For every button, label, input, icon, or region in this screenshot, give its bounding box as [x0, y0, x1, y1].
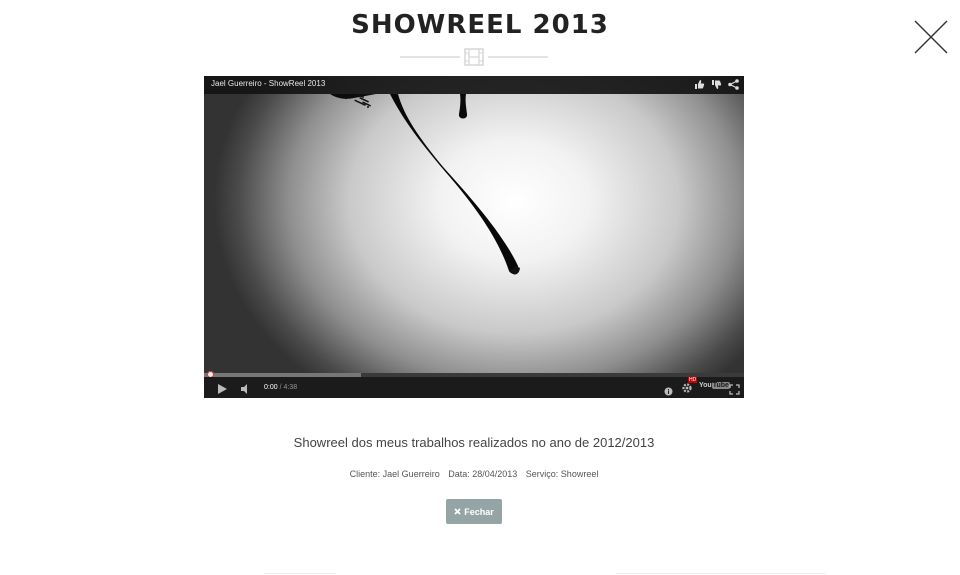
modal-title: SHOWREEL 2013	[351, 10, 609, 40]
close-button-label: Fechar	[464, 506, 494, 517]
current-time: 0:00	[264, 384, 278, 391]
time-display: 0:00 / 4:38	[264, 384, 297, 391]
video-artwork	[330, 93, 520, 275]
play-icon[interactable]	[216, 382, 228, 394]
title-divider	[400, 48, 550, 68]
fullscreen-icon[interactable]	[729, 382, 740, 395]
film-icon	[464, 48, 484, 66]
video-controls: 0:00 / 4:38 HD YouTube	[204, 377, 744, 398]
divider-line-right	[488, 56, 548, 58]
duration: 4:38	[283, 384, 298, 391]
footer-divider-right	[616, 573, 826, 574]
video-player[interactable]: Jael Guerreiro - ShowReel 2013 0:00 / 4:…	[204, 76, 744, 398]
thumbs-up-icon[interactable]	[693, 78, 706, 91]
hd-badge: HD	[688, 377, 698, 383]
video-description: Showreel dos meus trabalhos realizados n…	[293, 435, 655, 450]
footer-divider-left	[264, 573, 336, 574]
meta-client: Cliente: Jael Guerreiro	[349, 469, 440, 479]
youtube-logo-tube: Tube	[711, 382, 730, 389]
project-meta: Cliente: Jael Guerreiro Data: 28/04/2013…	[0, 469, 948, 479]
x-icon	[454, 507, 461, 517]
meta-service: Serviço: Showreel	[525, 469, 599, 479]
youtube-logo[interactable]: YouTube	[699, 382, 730, 389]
info-icon[interactable]	[664, 383, 673, 396]
close-button[interactable]: Fechar	[446, 499, 502, 524]
youtube-logo-you: You	[699, 382, 712, 389]
thumbs-down-icon[interactable]	[710, 78, 723, 91]
video-top-bar: Jael Guerreiro - ShowReel 2013	[204, 76, 744, 94]
video-title[interactable]: Jael Guerreiro - ShowReel 2013	[211, 79, 325, 88]
meta-date: Data: 28/04/2013	[448, 469, 518, 479]
divider-line-left	[400, 56, 460, 58]
share-icon[interactable]	[727, 78, 740, 91]
volume-icon[interactable]	[240, 382, 252, 394]
close-icon[interactable]	[912, 19, 950, 55]
